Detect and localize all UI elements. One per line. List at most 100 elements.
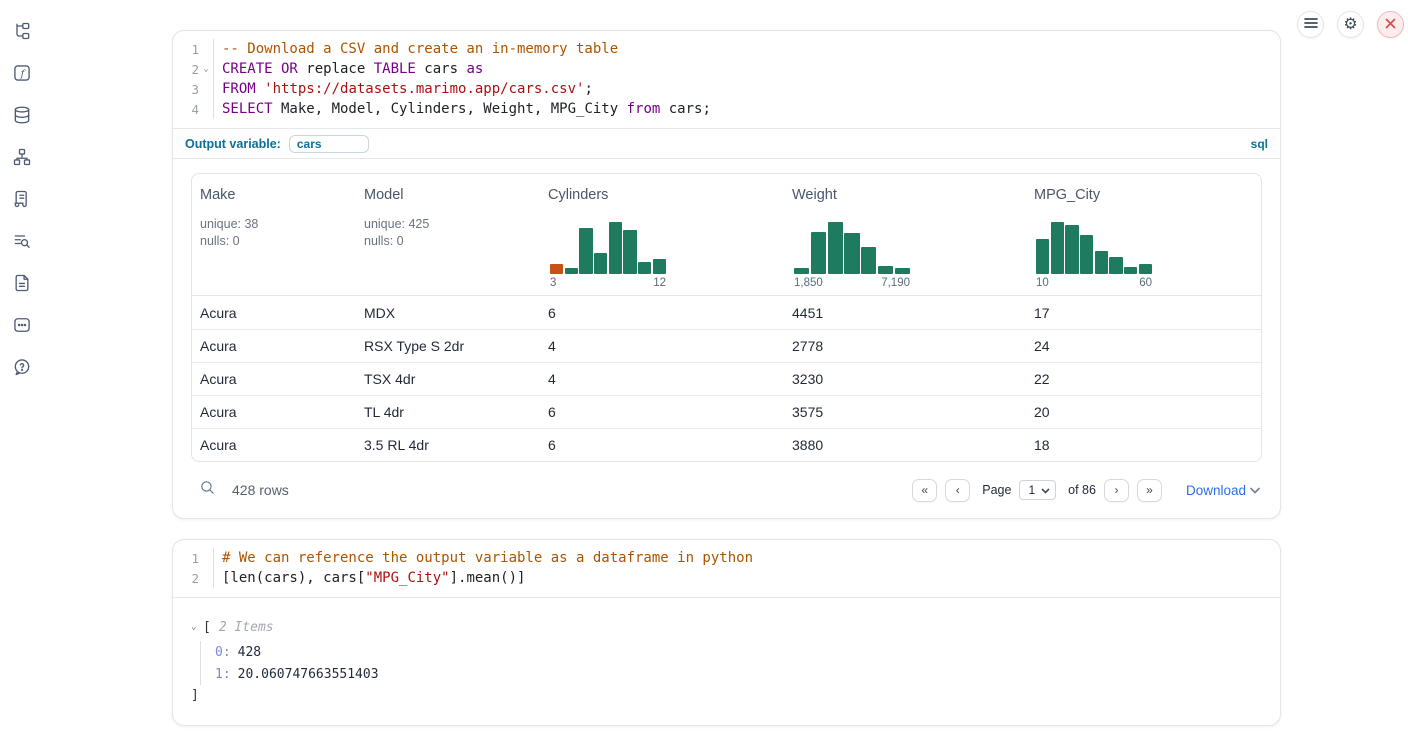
table-cell: TSX 4dr [356, 371, 540, 387]
histogram-bar [638, 262, 651, 274]
sidebar-item-documentation[interactable] [9, 272, 35, 298]
help-circle-icon [12, 357, 32, 382]
code-text: FROM 'https://datasets.marimo.app/cars.c… [214, 81, 593, 97]
axis-max-label: 7,190 [881, 277, 910, 289]
sidebar-item-help[interactable] [9, 356, 35, 382]
sidebar-item-outline[interactable] [9, 230, 35, 256]
code-text: SELECT Make, Model, Cylinders, Weight, M… [214, 101, 711, 117]
histogram-bar [1139, 264, 1152, 274]
prev-page-button[interactable]: ‹ [945, 479, 970, 502]
scroll-icon [12, 189, 32, 214]
histogram-bar [1080, 235, 1093, 274]
table-cell: 3230 [784, 371, 1026, 387]
table-cell: Acura [192, 371, 356, 387]
histogram-bar [861, 247, 876, 274]
axis-min-label: 3 [550, 277, 556, 289]
code-line[interactable]: 2⌄CREATE OR replace TABLE cars as [173, 59, 1280, 79]
column-header-model[interactable]: Model unique: 425 nulls: 0 [356, 174, 540, 295]
sidebar-item-dependencies[interactable] [9, 146, 35, 172]
histogram-bar [1109, 257, 1122, 274]
code-line[interactable]: 1# We can reference the output variable … [173, 548, 1280, 568]
table-cell: Acura [192, 305, 356, 321]
code-text: # We can reference the output variable a… [214, 550, 753, 566]
python-code-editor[interactable]: 1# We can reference the output variable … [173, 540, 1280, 597]
column-header-weight[interactable]: Weight 1,8507,190 [784, 174, 1026, 295]
sidebar-item-snippets[interactable] [9, 314, 35, 340]
table-footer: 428 rows « ‹ Page 1 of 86 › » Download [173, 468, 1280, 512]
first-page-button[interactable]: « [912, 479, 937, 502]
close-icon [1385, 16, 1396, 34]
code-line[interactable]: 2[len(cars), cars["MPG_City"].mean()] [173, 568, 1280, 588]
histogram-axis-labels: 312 [550, 277, 666, 289]
mpg-city-histogram: 1060 [1036, 222, 1152, 289]
column-header-make[interactable]: Make unique: 38 nulls: 0 [192, 174, 356, 295]
data-table: Make unique: 38 nulls: 0 Model unique: 4… [191, 173, 1262, 462]
output-variable-input[interactable] [289, 135, 369, 153]
table-cell: MDX [356, 305, 540, 321]
fold-gutter [199, 39, 214, 59]
sidebar-item-data-sources[interactable] [9, 104, 35, 130]
table-cell: 6 [540, 437, 784, 453]
chevrons-left-icon: « [921, 483, 928, 497]
histogram-bar [811, 232, 826, 274]
table-cell: 4451 [784, 305, 1026, 321]
list-search-icon [12, 231, 32, 256]
table-cell: Acura [192, 404, 356, 420]
item-value: 20.060747663551403 [238, 667, 379, 682]
table-cell: 3880 [784, 437, 1026, 453]
table-row[interactable]: AcuraTSX 4dr4323022 [192, 362, 1261, 395]
settings-button[interactable]: ⚙ [1337, 11, 1364, 38]
fold-chevron-icon[interactable]: ⌄ [199, 59, 214, 79]
item-value: 428 [238, 645, 261, 660]
weight-histogram: 1,8507,190 [794, 222, 910, 289]
column-header-mpg-city[interactable]: MPG_City 1060 [1026, 174, 1261, 295]
table-row[interactable]: AcuraRSX Type S 2dr4277824 [192, 329, 1261, 362]
histogram-bar [1124, 267, 1137, 274]
table-cell: 2778 [784, 338, 1026, 354]
histogram-bar [844, 233, 859, 274]
page-label: Page [982, 483, 1011, 497]
topbar-controls: ⚙ [1297, 11, 1404, 38]
shutdown-button[interactable] [1377, 11, 1404, 38]
fold-gutter [199, 79, 214, 99]
histogram-axis-labels: 1,8507,190 [794, 277, 910, 289]
table-cell: 17 [1026, 305, 1261, 321]
sql-code-editor[interactable]: 1-- Download a CSV and create an in-memo… [173, 31, 1280, 128]
table-cell: 4 [540, 338, 784, 354]
page-select-value: 1 [1028, 483, 1035, 497]
page-select[interactable]: 1 [1019, 480, 1056, 500]
column-header-cylinders[interactable]: Cylinders 312 [540, 174, 784, 295]
table-body: AcuraMDX6445117AcuraRSX Type S 2dr427782… [192, 296, 1261, 461]
code-line[interactable]: 4SELECT Make, Model, Cylinders, Weight, … [173, 99, 1280, 119]
histogram-bars [1036, 222, 1152, 274]
table-row[interactable]: Acura3.5 RL 4dr6388018 [192, 428, 1261, 461]
chevron-left-icon: ‹ [956, 483, 960, 497]
tree-root-row[interactable]: ⌄ [ 2 Items [191, 618, 1262, 636]
sidebar-item-logs[interactable] [9, 188, 35, 214]
table-row[interactable]: AcuraTL 4dr6357520 [192, 395, 1261, 428]
code-line[interactable]: 1-- Download a CSV and create an in-memo… [173, 39, 1280, 59]
column-label: MPG_City [1034, 187, 1253, 203]
search-icon[interactable] [199, 479, 216, 501]
code-line[interactable]: 3 FROM 'https://datasets.marimo.app/cars.… [173, 79, 1280, 99]
column-stats: unique: 38 nulls: 0 [200, 216, 348, 250]
histogram-bar [653, 259, 666, 274]
database-icon [12, 105, 32, 130]
sql-cell: 1-- Download a CSV and create an in-memo… [172, 30, 1281, 519]
histogram-bar [1051, 222, 1064, 274]
sidebar-item-variables[interactable]: f [9, 62, 35, 88]
fold-gutter [199, 568, 214, 588]
line-number: 3 [173, 82, 199, 97]
next-page-button[interactable]: › [1104, 479, 1129, 502]
download-button[interactable]: Download [1186, 481, 1260, 499]
chevron-down-icon [1250, 481, 1260, 499]
line-number: 2 [173, 62, 199, 77]
file-text-icon [12, 273, 32, 298]
sidebar-item-file-tree[interactable] [9, 20, 35, 46]
table-cell: 3.5 RL 4dr [356, 437, 540, 453]
notebook-menu-button[interactable] [1297, 11, 1324, 38]
table-cell: 6 [540, 404, 784, 420]
table-row[interactable]: AcuraMDX6445117 [192, 296, 1261, 329]
output-tree: ⌄ [ 2 Items 0: 428 1: 20.060747663551403… [173, 598, 1280, 725]
last-page-button[interactable]: » [1137, 479, 1162, 502]
